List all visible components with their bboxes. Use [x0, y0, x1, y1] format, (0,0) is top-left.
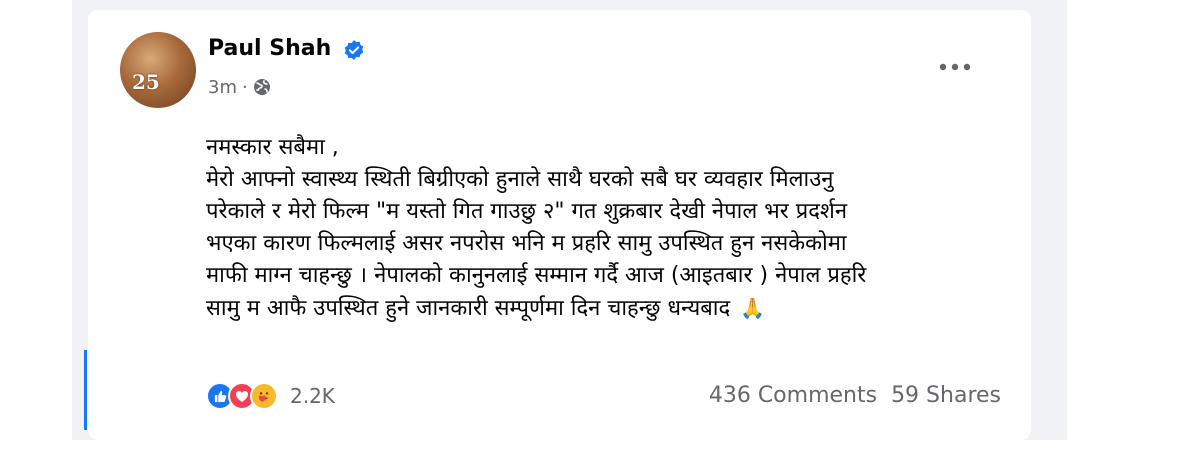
post-text-line: मेरो आफ्नो स्वास्थ्य स्थिती बिग्रीएको हु… [206, 167, 834, 192]
engagement-stats: 436 Comments 59 Shares [709, 383, 1001, 408]
globe-icon[interactable] [253, 78, 271, 96]
post-meta: 3m · [208, 76, 271, 98]
post-text-line: सामु म आफै उपस्थित हुने जानकारी सम्पूर्ण… [206, 296, 731, 321]
author-name[interactable]: Paul Shah [208, 36, 331, 61]
post-text-line-last: सामु म आफै उपस्थित हुने जानकारी सम्पूर्ण… [206, 292, 1106, 325]
post-body: नमस्कार सबैमा , मेरो आफ्नो स्वास्थ्य स्थ… [206, 132, 1106, 325]
post-timestamp[interactable]: 3m [208, 77, 237, 98]
post-text-line: नमस्कार सबैमा , [206, 135, 339, 160]
post-text-line: परेकाले र मेरो फिल्म "म यस्तो गित गाउछु … [206, 199, 848, 224]
meta-separator: · [242, 76, 248, 98]
post-card: 25 Paul Shah 3m · नमस्कार सबैमा , मेरो आ… [88, 10, 1031, 440]
folded-hands-icon: 🙏 [740, 296, 766, 320]
more-options-button[interactable] [935, 54, 975, 80]
reaction-summary[interactable]: 2.2K [206, 381, 335, 411]
post-text-line: भएका कारण फिल्मलाई असर नपरोस भनि म प्रहर… [206, 231, 847, 256]
author-avatar[interactable]: 25 [120, 32, 196, 108]
avatar-badge-text: 25 [132, 70, 160, 94]
care-icon [250, 382, 278, 410]
reaction-count: 2.2K [290, 384, 335, 408]
verified-badge-icon [344, 40, 364, 60]
more-dots-icon [939, 63, 971, 71]
shares-count-link[interactable]: 59 Shares [891, 383, 1001, 408]
focus-accent-bar [84, 350, 87, 430]
comments-count-link[interactable]: 436 Comments [709, 383, 877, 408]
post-text-line: माफी माग्न चाहन्छु । नेपालको कानुनलाई सम… [206, 263, 867, 288]
